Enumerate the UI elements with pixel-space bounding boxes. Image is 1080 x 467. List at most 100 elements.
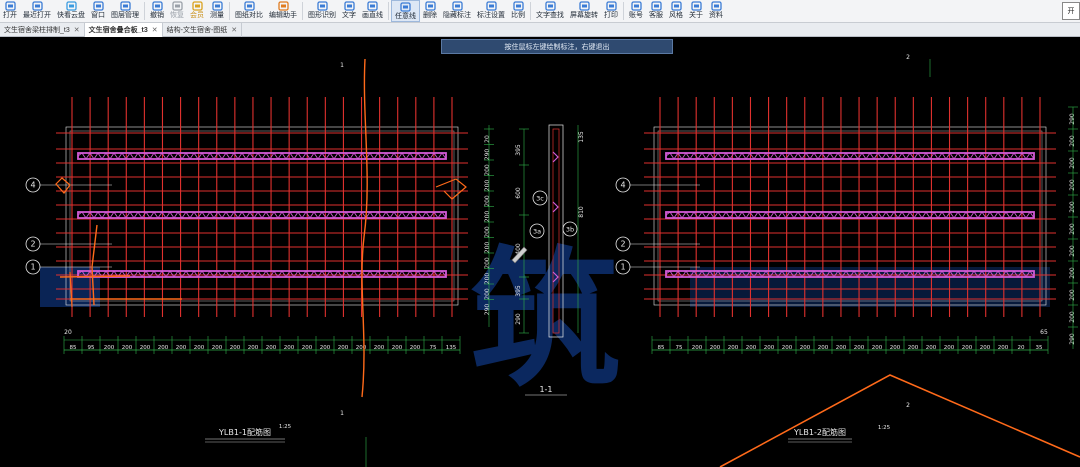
dimension-value: 200 xyxy=(980,345,991,351)
toolbar-button-text[interactable]: 文字 xyxy=(339,0,359,22)
toolbar-button-label: 编辑助手 xyxy=(269,12,297,19)
toolbar-button-label: 图层管理 xyxy=(111,12,139,19)
toolbar-button-label: 会员 xyxy=(190,12,204,19)
main-toolbar: 打开 最近打开 快看云盘 窗口 图层管理 撤销 恢复 会员 测量 图纸对比 编辑助手 图形识别 文字 画直… xyxy=(0,0,1080,23)
toolbar-button-measure[interactable]: 测量 xyxy=(207,0,227,22)
dimension-value: 20 xyxy=(484,135,491,143)
line-icon xyxy=(367,1,378,11)
toolbar-button-scale[interactable]: 比例 xyxy=(508,0,528,22)
dimension-value: 200 xyxy=(484,273,491,285)
toolbar-button-annotation-settings[interactable]: 标注设置 xyxy=(474,0,508,22)
document-tab[interactable]: 文生宿舍梁柱排制_t3 ✕ xyxy=(0,23,85,37)
toolbar-button-label: 文字 xyxy=(342,12,356,19)
dimension-value: 20 xyxy=(1018,345,1025,351)
dimension-value: 200 xyxy=(158,345,169,351)
dimension-value: 200 xyxy=(1069,289,1076,301)
toolbar-button-freehand-line[interactable]: 任意线 xyxy=(391,0,420,22)
toolbar-button-label: 测量 xyxy=(210,12,224,19)
layers-icon xyxy=(119,1,131,11)
toolbar-button-recent[interactable]: 最近打开 xyxy=(20,0,54,22)
axis-label: 2 xyxy=(620,240,625,249)
dimension-value: 200 xyxy=(284,345,295,351)
axis-label: 2 xyxy=(30,240,35,249)
dimension-value: 200 xyxy=(836,345,847,351)
toolbar-button-undo[interactable]: 撤销 xyxy=(147,0,167,22)
toolbar-button-edit-assistant[interactable]: 编辑助手 xyxy=(266,0,300,22)
dimension-offset: 65 xyxy=(1040,329,1048,336)
toolbar-button-layers[interactable]: 图层管理 xyxy=(108,0,142,22)
text-search-icon xyxy=(544,1,556,11)
toolbar-button-rotate-screen[interactable]: 屏幕旋转 xyxy=(567,0,601,22)
delete-icon xyxy=(424,1,436,11)
dimension-value: 200 xyxy=(356,345,367,351)
section-mark: 2 xyxy=(906,402,910,409)
toolbar-separator xyxy=(388,2,389,20)
undo-icon xyxy=(151,1,163,11)
toolbar-button-cloud[interactable]: 快看云盘 xyxy=(54,0,88,22)
document-tab[interactable]: 文生宿舍叠合板_t3 ✕ xyxy=(84,23,163,37)
dimension-value: 290 xyxy=(1069,113,1076,125)
dimension-value: 200 xyxy=(230,345,241,351)
toolbar-separator xyxy=(229,2,230,20)
dimension-value: 75 xyxy=(676,345,683,351)
section-top-dimension: 135 xyxy=(578,131,585,143)
dimension-value: 95 xyxy=(88,345,95,351)
dimension-value: 200 xyxy=(248,345,259,351)
dimension-value: 200 xyxy=(176,345,187,351)
toolbar-button-line[interactable]: 画直线 xyxy=(359,0,386,22)
dimension-value: 290 xyxy=(484,149,491,161)
annotation-settings-icon xyxy=(485,1,497,11)
dimension-value: 200 xyxy=(338,345,349,351)
toolbar-button-account[interactable]: 账号 xyxy=(626,0,646,22)
toolbar-button-window[interactable]: 窗口 xyxy=(88,0,108,22)
dimension-value: 200 xyxy=(320,345,331,351)
toolbar-button-redo[interactable]: 恢复 xyxy=(167,0,187,22)
dimension-value: 200 xyxy=(962,345,973,351)
dimension-value: 200 xyxy=(782,345,793,351)
toolbar-button-label: 快看云盘 xyxy=(57,12,85,19)
toolbar-button-print[interactable]: 打印 xyxy=(601,0,621,22)
dimension-value: 200 xyxy=(1069,179,1076,191)
dimension-value: 200 xyxy=(484,257,491,269)
toolbar-button-label: 比例 xyxy=(511,12,525,19)
toolbar-button-label: 资料 xyxy=(709,12,723,19)
document-tab[interactable]: 结构-文生宿舍-图纸 ✕ xyxy=(163,23,243,37)
toolbar-button-label: 账号 xyxy=(629,12,643,19)
toolbar-button-label: 画直线 xyxy=(362,12,383,19)
dimension-value: 200 xyxy=(484,164,491,176)
compare-icon xyxy=(243,1,255,11)
dimension-value: 200 xyxy=(194,345,205,351)
dimension-value: 200 xyxy=(1069,201,1076,213)
tab-close-icon[interactable]: ✕ xyxy=(74,26,80,34)
toolbar-button-materials[interactable]: 资料 xyxy=(706,0,726,22)
dimension-value: 200 xyxy=(926,345,937,351)
toolbar-button-text-search[interactable]: 文字查找 xyxy=(533,0,567,22)
toolbar-button-delete[interactable]: 删除 xyxy=(420,0,440,22)
toolbar-separator xyxy=(623,2,624,20)
toolbar-button-folder-open[interactable]: 打开 xyxy=(0,0,20,22)
dimension-offset: 20 xyxy=(64,329,72,336)
toolbar-button-hide-annotation[interactable]: 隐藏标注 xyxy=(440,0,474,22)
tab-close-icon[interactable]: ✕ xyxy=(152,26,158,34)
dimension-value: 200 xyxy=(484,288,491,300)
tab-close-icon[interactable]: ✕ xyxy=(231,26,237,34)
toolbar-button-label: 打印 xyxy=(604,12,618,19)
dimension-value: 200 xyxy=(818,345,829,351)
dimension-value: 200 xyxy=(484,195,491,207)
toolbar-button-vip[interactable]: 会员 xyxy=(187,0,207,22)
dimension-value: 200 xyxy=(484,180,491,192)
dimension-value: 200 xyxy=(1069,223,1076,235)
toolbar-button-label: 恢复 xyxy=(170,12,184,19)
toolbar-button-shape-recognition[interactable]: 图形识别 xyxy=(305,0,339,22)
dimension-value: 290 xyxy=(1069,333,1076,345)
toolbar-button-support[interactable]: 客服 xyxy=(646,0,666,22)
toolbar-button-style[interactable]: 风格 xyxy=(666,0,686,22)
toolbar-right-button[interactable]: 开 xyxy=(1062,2,1080,20)
toolbar-button-label: 隐藏标注 xyxy=(443,12,471,19)
dimension-value: 200 xyxy=(800,345,811,351)
toolbar-button-about[interactable]: 关于 xyxy=(686,0,706,22)
drawing-canvas[interactable]: 筑 4 2 1 85 95 200 200 200 200 200 200 200 200 200 200 20… xyxy=(0,37,1080,467)
tab-label: 文生宿舍梁柱排制_t3 xyxy=(4,27,70,34)
toolbar-button-compare[interactable]: 图纸对比 xyxy=(232,0,266,22)
section-girder xyxy=(552,201,559,213)
